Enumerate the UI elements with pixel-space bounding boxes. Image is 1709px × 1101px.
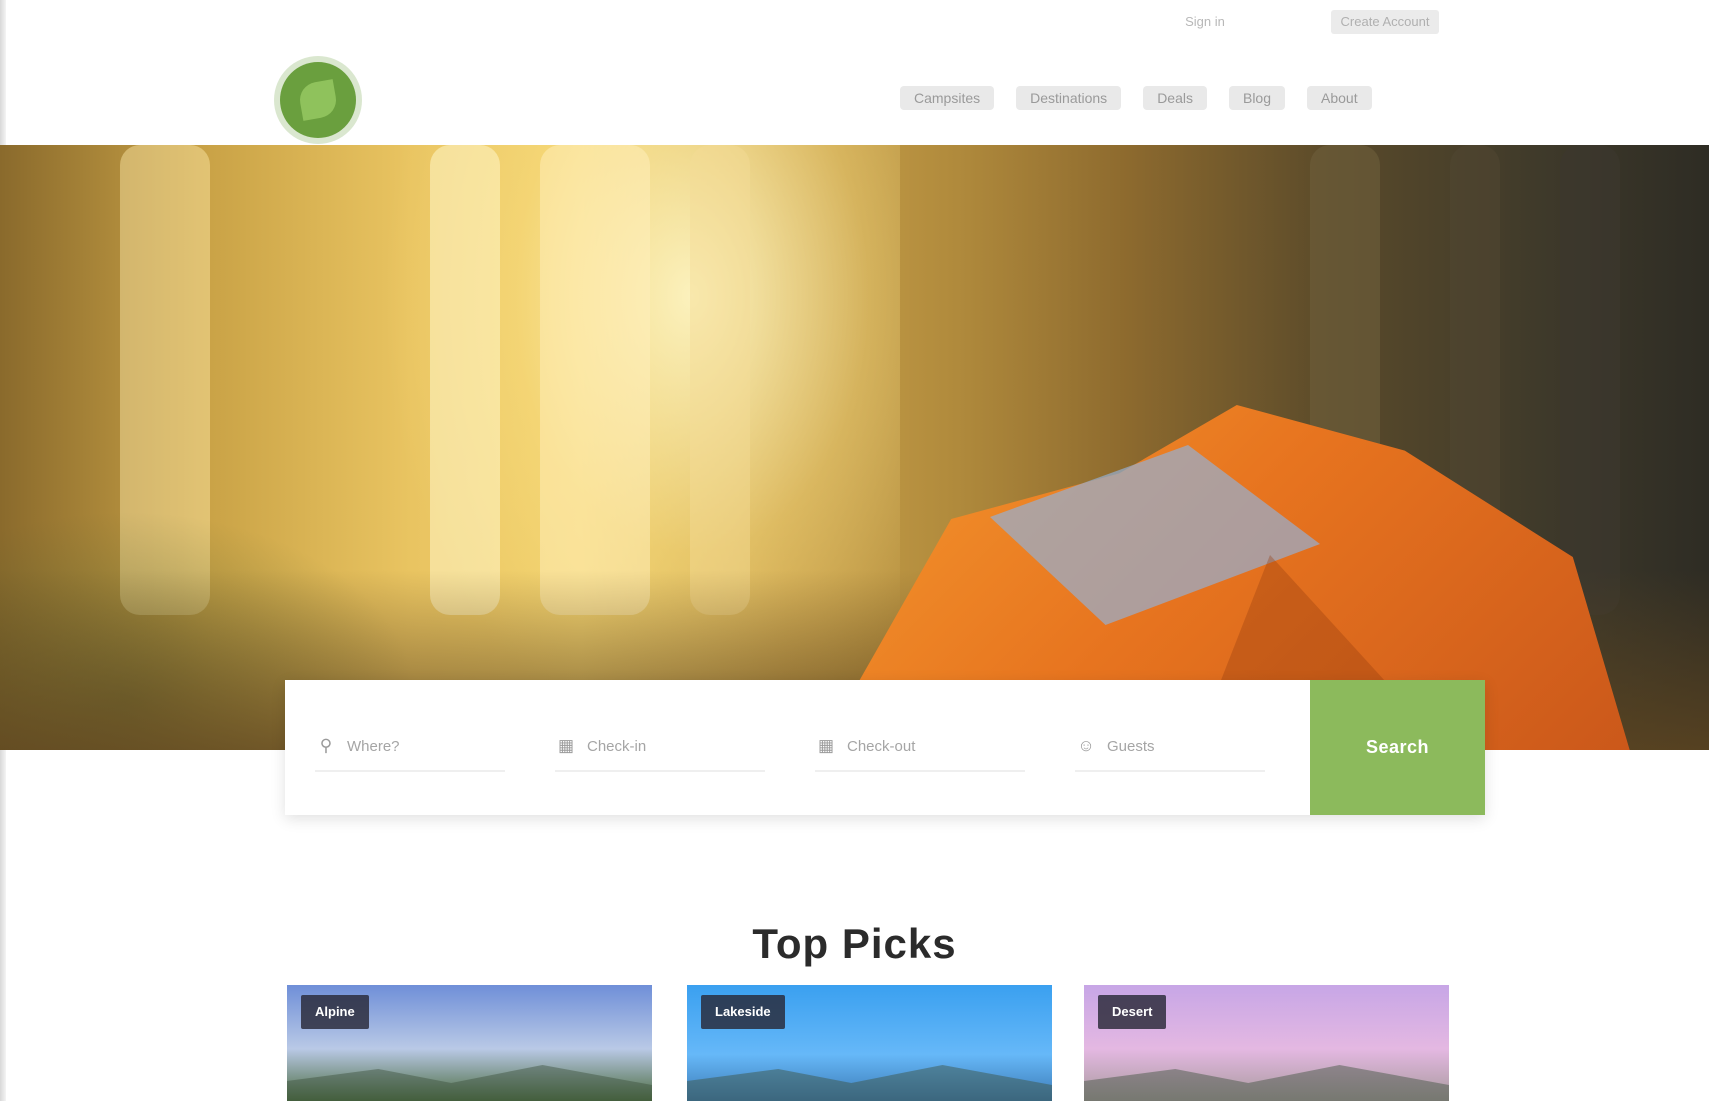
search-bar: ⚲ Where? ▦ Check-in ▦ Check-out ☺ Guests…	[285, 680, 1485, 815]
destination-card[interactable]: Desert	[1084, 985, 1449, 1101]
check-out-placeholder: Check-out	[847, 737, 916, 755]
card-image-landscape	[1084, 1065, 1449, 1101]
nav-item-campsites[interactable]: Campsites	[900, 86, 995, 110]
check-in-placeholder: Check-in	[587, 737, 647, 755]
card-image-landscape	[287, 1065, 652, 1101]
section-title: Top Picks	[752, 919, 957, 967]
calendar-icon: ▦	[557, 736, 575, 755]
location-placeholder: Where?	[347, 737, 400, 755]
hero-banner	[0, 145, 1709, 750]
check-in-field[interactable]: ▦ Check-in	[555, 722, 765, 772]
create-account-label: Create Account	[1330, 10, 1440, 34]
location-field[interactable]: ⚲ Where?	[315, 722, 505, 772]
card-badge: Alpine	[301, 995, 369, 1029]
calendar-icon: ▦	[817, 736, 835, 755]
nav-item-destinations[interactable]: Destinations	[1016, 86, 1122, 110]
map-pin-icon: ⚲	[319, 736, 333, 755]
main-navigation: Campsites Destinations Deals Blog About	[900, 80, 1520, 116]
search-button[interactable]: Search	[1310, 680, 1485, 815]
destination-card[interactable]: Lakeside	[687, 985, 1052, 1101]
guests-field[interactable]: ☺ Guests	[1075, 722, 1265, 772]
check-out-field[interactable]: ▦ Check-out	[815, 722, 1025, 772]
nav-item-deals[interactable]: Deals	[1143, 86, 1207, 110]
top-utility-bar: Sign in Create Account	[0, 0, 1709, 44]
nav-item-about[interactable]: About	[1307, 86, 1372, 110]
nav-item-blog[interactable]: Blog	[1228, 86, 1286, 110]
card-image-landscape	[687, 1065, 1052, 1101]
destination-card[interactable]: Alpine	[287, 985, 652, 1101]
user-icon: ☺	[1077, 736, 1095, 755]
site-logo[interactable]	[280, 62, 356, 138]
card-badge: Lakeside	[701, 995, 785, 1029]
tree-trunk	[540, 145, 650, 615]
tree-trunk	[430, 145, 500, 615]
card-badge: Desert	[1098, 995, 1167, 1029]
guests-placeholder: Guests	[1107, 737, 1155, 755]
create-account-link[interactable]: Create Account	[1310, 10, 1460, 34]
sign-in-link[interactable]: Sign in	[1140, 10, 1270, 34]
leaf-icon	[297, 79, 339, 121]
tree-trunk	[690, 145, 750, 615]
